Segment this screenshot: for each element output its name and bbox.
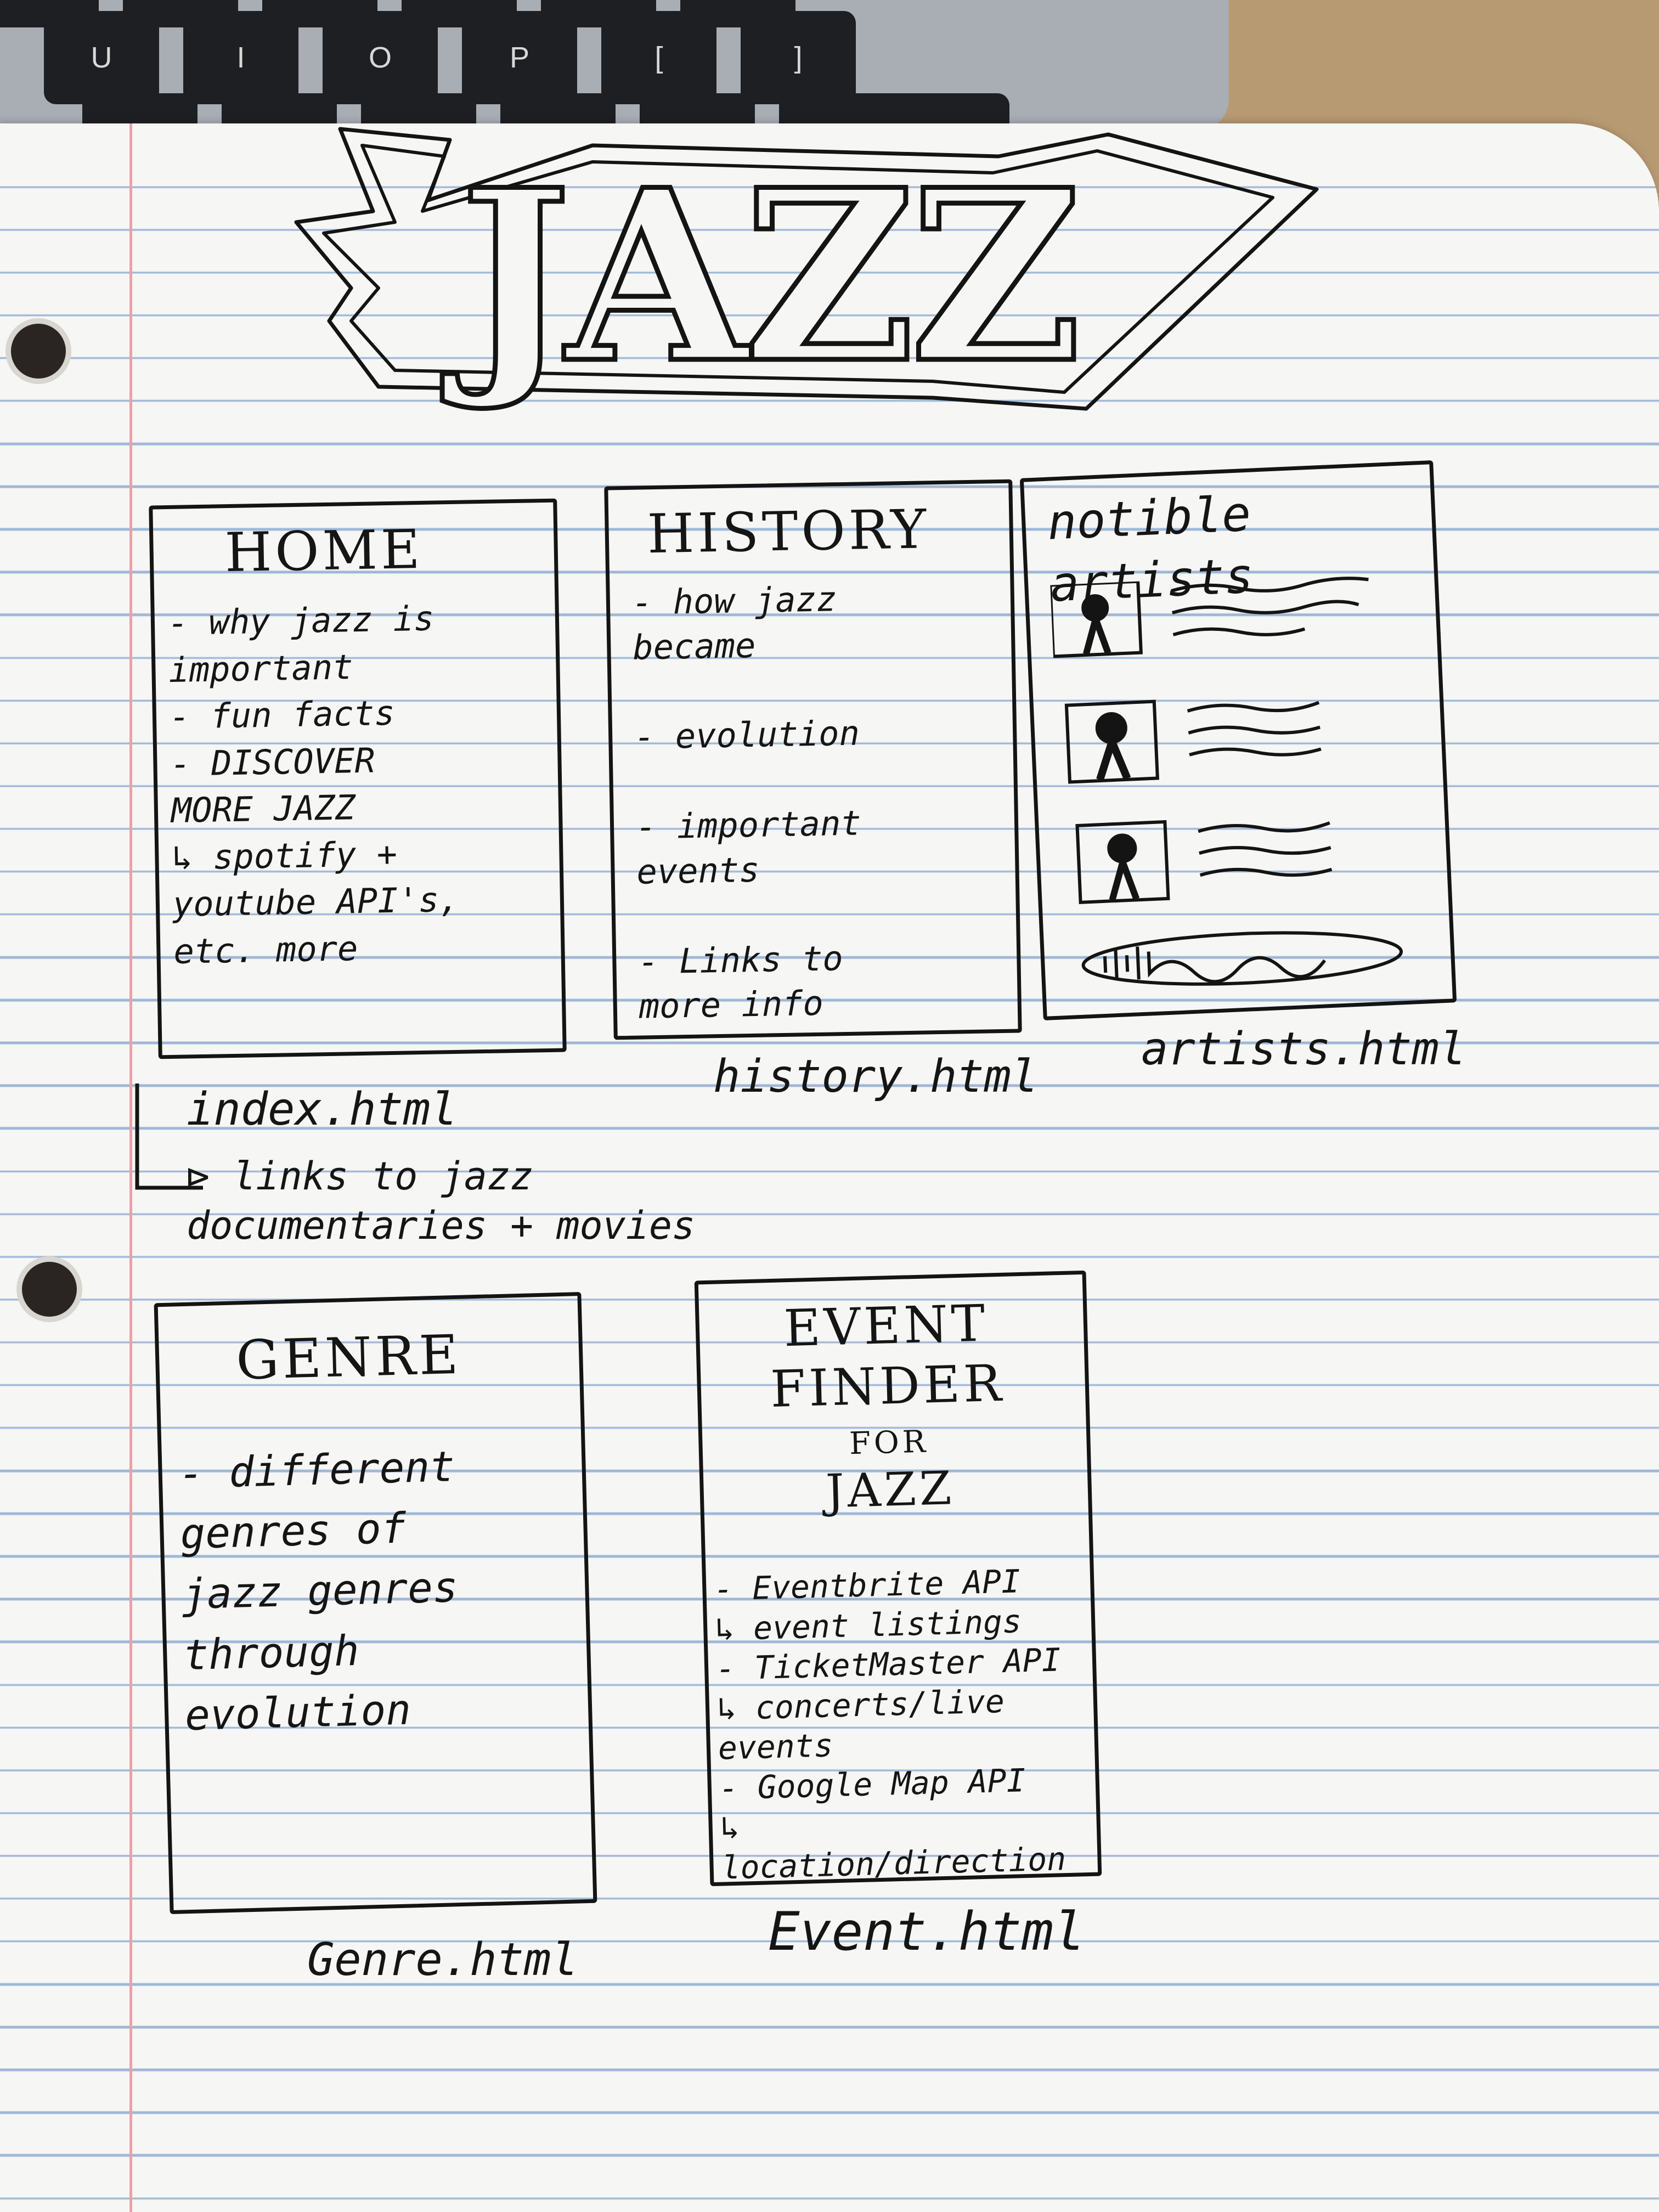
history-filename: history.html [713, 1051, 1039, 1103]
artist-entry [1064, 699, 1322, 784]
keyboard-key: [ [601, 11, 716, 104]
photo-scene: &7 8 9 0 - = U I O P [ ] J K L ; " retur… [0, 0, 1659, 2212]
audio-player-sketch [1081, 931, 1403, 986]
genre-title: GENRE [235, 1323, 462, 1392]
home-title: HOME [224, 518, 424, 585]
punch-hole [16, 1256, 82, 1322]
artist-list-sketch [1050, 577, 1403, 986]
home-subnote: ⊳ links to jazz documentaries + movies [187, 1154, 696, 1248]
history-title: HISTORY [646, 498, 930, 566]
home-filename: index.html [187, 1084, 458, 1136]
event-page-wireframe: EVENT FINDER FOR JAZZ - Eventbrite API ↳… [694, 1270, 1102, 1887]
event-title-bottom: JAZZ [825, 1461, 956, 1519]
genre-notes: - different genres of jazz genres throug… [178, 1442, 459, 1740]
laptop-keyboard: &7 8 9 0 - = U I O P [ ] J K L ; " retur… [0, 0, 1229, 187]
home-page-wireframe: HOME - why jazz is important - fun facts… [149, 498, 567, 1059]
artists-filename: artists.html [1141, 1023, 1466, 1075]
genre-filename: Genre.html [307, 1934, 578, 1986]
key-row-letters: U I O P [ ] [44, 11, 856, 104]
jazz-logo-text: JAZZ [441, 138, 1076, 415]
event-filename: Event.html [768, 1901, 1085, 1962]
artist-entry [1075, 820, 1333, 904]
keyboard-key: O [323, 11, 438, 104]
history-page-wireframe: HISTORY - how jazz became - evolution - … [604, 479, 1022, 1040]
notebook-paper: JAZZ HOME - why jazz is important - fun … [0, 123, 1659, 2212]
jazz-logo: JAZZ [294, 127, 1319, 418]
history-notes: - how jazz became - evolution - importan… [631, 579, 862, 1027]
keyboard-key: ] [741, 11, 856, 104]
keyboard-key: I [183, 11, 298, 104]
punch-hole [5, 318, 71, 384]
genre-page-wireframe: GENRE - different genres of jazz genres … [154, 1291, 597, 1915]
keyboard-key: P [462, 11, 577, 104]
artist-entry [1050, 577, 1369, 658]
home-notes: - why jazz is important - fun facts - DI… [167, 598, 460, 972]
event-notes: - Eventbrite API ↳ event listings - Tick… [713, 1562, 1066, 1887]
artists-page-wireframe: notible artists [1019, 460, 1457, 1020]
event-title: EVENT FINDER [770, 1294, 1006, 1419]
keyboard-key: U [44, 11, 159, 104]
